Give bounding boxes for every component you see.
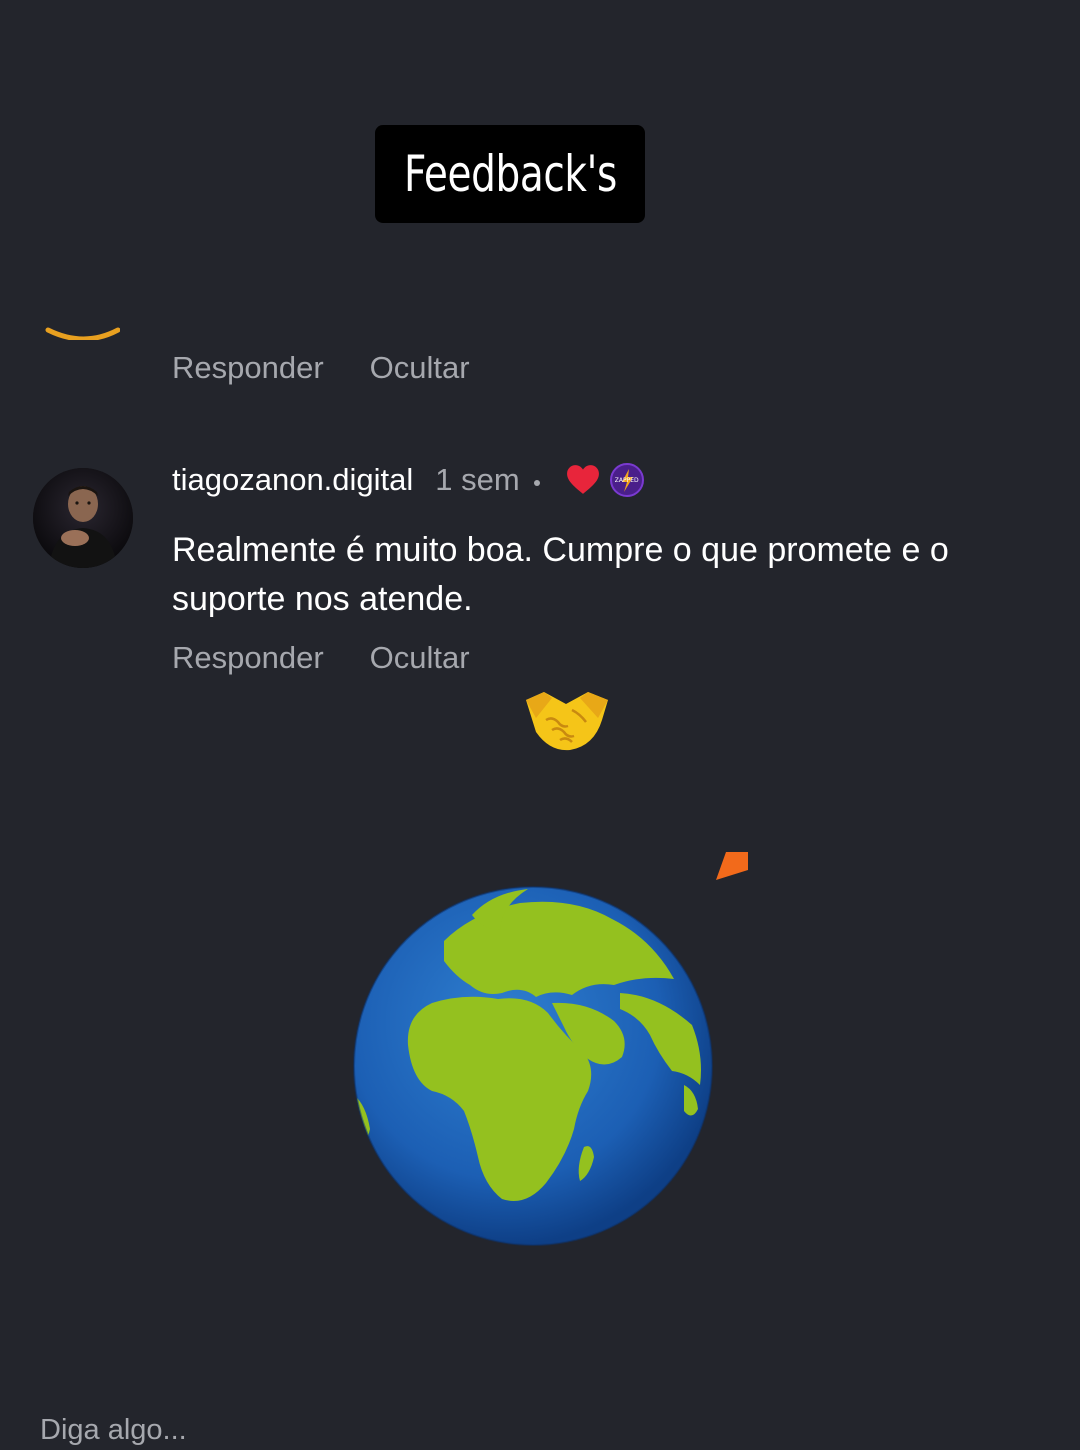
comment-username[interactable]: tiagozanon.digital — [172, 462, 413, 498]
avatar[interactable] — [33, 468, 133, 568]
globe-icon — [353, 886, 713, 1246]
previous-comment-actions: Responder Ocultar — [172, 350, 470, 386]
comment-actions: Responder Ocultar — [172, 640, 470, 676]
hide-button[interactable]: Ocultar — [370, 640, 470, 676]
comment-input[interactable] — [40, 1410, 640, 1450]
comment-text: Realmente é muito boa. Cumpre o que prom… — [172, 531, 949, 618]
separator-dot — [533, 480, 540, 486]
comment-time: 1 sem — [435, 462, 520, 497]
reply-button[interactable]: Responder — [172, 640, 324, 676]
handshake-icon — [526, 692, 608, 751]
creator-badge-icon: ZAPPED — [609, 463, 644, 497]
page-title: Feedback's — [403, 145, 617, 203]
title-banner: Feedback's — [375, 125, 645, 223]
orange-confetti-shape — [716, 852, 748, 880]
badge-label: ZAPPED — [614, 476, 639, 484]
reply-button[interactable]: Responder — [172, 350, 324, 386]
hide-button[interactable]: Ocultar — [370, 350, 470, 386]
previous-comment-avatar — [40, 300, 120, 340]
heart-icon[interactable] — [566, 464, 600, 496]
comment-header: tiagozanon.digital 1 sem ZAPPED — [172, 462, 644, 498]
